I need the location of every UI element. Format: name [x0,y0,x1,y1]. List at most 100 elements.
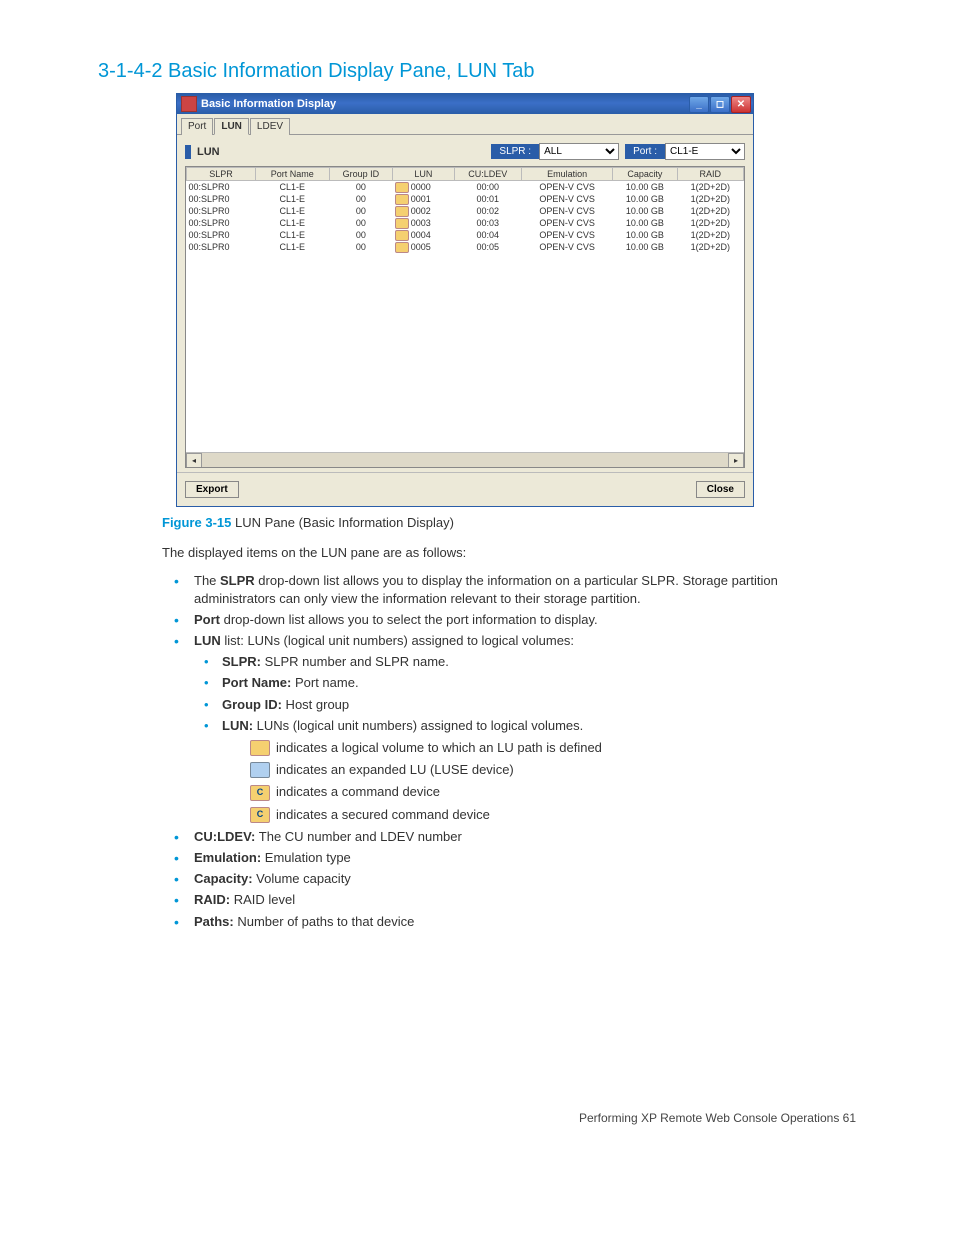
slpr-dropdown[interactable]: ALL [539,143,619,160]
export-button[interactable]: Export [185,481,239,498]
icon-legend-row: C indicates a secured command device [222,806,856,824]
slpr-label: SLPR : [491,144,539,159]
cell-raid: 1(2D+2D) [677,181,743,194]
col-slpr[interactable]: SLPR [187,168,256,181]
scroll-left-icon[interactable]: ◂ [186,453,202,468]
section-heading: 3-1-4-2 Basic Information Display Pane, … [98,60,856,83]
list-item: SLPR: SLPR number and SLPR name. [194,653,856,671]
cell-gid: 00 [329,229,393,241]
cell-cap: 10.00 GB [613,193,677,205]
cell-lun: 0003 [393,217,454,229]
port-label: Port : [625,144,665,159]
button-row: Export Close [177,472,753,506]
cell-emu: OPEN-V CVS [522,205,613,217]
cell-culdev: 00:02 [454,205,521,217]
scroll-right-icon[interactable]: ▸ [728,453,744,468]
list-item: Paths: Number of paths to that device [162,913,856,931]
cell-raid: 1(2D+2D) [677,217,743,229]
table-header-row: SLPR Port Name Group ID LUN CU:LDEV Emul… [187,168,744,181]
col-culdev[interactable]: CU:LDEV [454,168,521,181]
cell-raid: 1(2D+2D) [677,241,743,253]
pane-header: LUN SLPR : ALL Port : CL1-E [177,135,753,164]
tab-port[interactable]: Port [181,118,213,135]
table-row[interactable]: 00:SLPR0CL1-E00000300:03OPEN-V CVS10.00 … [187,217,744,229]
port-dropdown[interactable]: CL1-E [665,143,745,160]
disk-icon [395,230,409,241]
app-window: Basic Information Display _ ◻ ✕ Port LUN… [176,93,754,507]
figure-text: LUN Pane (Basic Information Display) [235,515,454,530]
col-portname[interactable]: Port Name [256,168,330,181]
sub-list: SLPR: SLPR number and SLPR name. Port Na… [194,653,856,824]
cell-slpr: 00:SLPR0 [187,181,256,194]
tab-ldev[interactable]: LDEV [250,118,290,135]
disk-icon [395,218,409,229]
intro-paragraph: The displayed items on the LUN pane are … [162,544,856,562]
page-footer: Performing XP Remote Web Console Operati… [98,1111,856,1125]
table-row[interactable]: 00:SLPR0CL1-E00000100:01OPEN-V CVS10.00 … [187,193,744,205]
close-button[interactable]: Close [696,481,745,498]
disk-icon [395,242,409,253]
pane-title: LUN [197,146,220,158]
list-item: LUN list: LUNs (logical unit numbers) as… [162,632,856,824]
cell-lun: 0002 [393,205,454,217]
luse-icon [250,762,270,778]
figure-caption: Figure 3-15 LUN Pane (Basic Information … [162,515,856,530]
list-item: Port drop-down list allows you to select… [162,611,856,629]
app-icon [181,96,197,112]
cell-port: CL1-E [256,229,330,241]
cell-gid: 00 [329,205,393,217]
cell-culdev: 00:03 [454,217,521,229]
cell-raid: 1(2D+2D) [677,229,743,241]
table-row[interactable]: 00:SLPR0CL1-E00000000:00OPEN-V CVS10.00 … [187,181,744,194]
cell-gid: 00 [329,193,393,205]
list-item: Emulation: Emulation type [162,849,856,867]
cell-cap: 10.00 GB [613,205,677,217]
col-emulation[interactable]: Emulation [522,168,613,181]
maximize-button[interactable]: ◻ [710,96,730,113]
cell-culdev: 00:05 [454,241,521,253]
cell-port: CL1-E [256,205,330,217]
col-groupid[interactable]: Group ID [329,168,393,181]
list-item: LUN: LUNs (logical unit numbers) assigne… [194,717,856,824]
cell-lun: 0004 [393,229,454,241]
cell-culdev: 00:00 [454,181,521,194]
scroll-track[interactable] [202,453,728,467]
cell-port: CL1-E [256,193,330,205]
icon-legend-text: indicates a command device [276,783,440,801]
window-title: Basic Information Display [201,98,336,110]
cell-port: CL1-E [256,217,330,229]
tab-bar: Port LUN LDEV [177,114,753,135]
volume-icon [250,740,270,756]
cell-emu: OPEN-V CVS [522,241,613,253]
cell-gid: 00 [329,241,393,253]
list-item: Group ID: Host group [194,696,856,714]
cell-lun: 0005 [393,241,454,253]
cell-gid: 00 [329,181,393,194]
cell-culdev: 00:01 [454,193,521,205]
icon-legend-text: indicates an expanded LU (LUSE device) [276,761,514,779]
col-raid[interactable]: RAID [677,168,743,181]
col-capacity[interactable]: Capacity [613,168,677,181]
icon-legend-row: C indicates a command device [222,783,856,801]
icon-legend-text: indicates a logical volume to which an L… [276,739,602,757]
tab-lun[interactable]: LUN [214,118,249,135]
cell-slpr: 00:SLPR0 [187,217,256,229]
cell-gid: 00 [329,217,393,229]
table-row[interactable]: 00:SLPR0CL1-E00000400:04OPEN-V CVS10.00 … [187,229,744,241]
close-window-button[interactable]: ✕ [731,96,751,113]
cell-emu: OPEN-V CVS [522,217,613,229]
lun-table: SLPR Port Name Group ID LUN CU:LDEV Emul… [186,167,744,253]
list-item: CU:LDEV: The CU number and LDEV number [162,828,856,846]
cell-raid: 1(2D+2D) [677,205,743,217]
table-row[interactable]: 00:SLPR0CL1-E00000500:05OPEN-V CVS10.00 … [187,241,744,253]
table-row[interactable]: 00:SLPR0CL1-E00000200:02OPEN-V CVS10.00 … [187,205,744,217]
minimize-button[interactable]: _ [689,96,709,113]
horizontal-scrollbar[interactable]: ◂ ▸ [186,452,744,467]
figure-number: Figure 3-15 [162,515,231,530]
disk-icon [395,206,409,217]
list-item: The SLPR drop-down list allows you to di… [162,572,856,608]
cell-raid: 1(2D+2D) [677,193,743,205]
col-lun[interactable]: LUN [393,168,454,181]
disk-icon [395,194,409,205]
secured-command-device-icon: C [250,807,270,823]
